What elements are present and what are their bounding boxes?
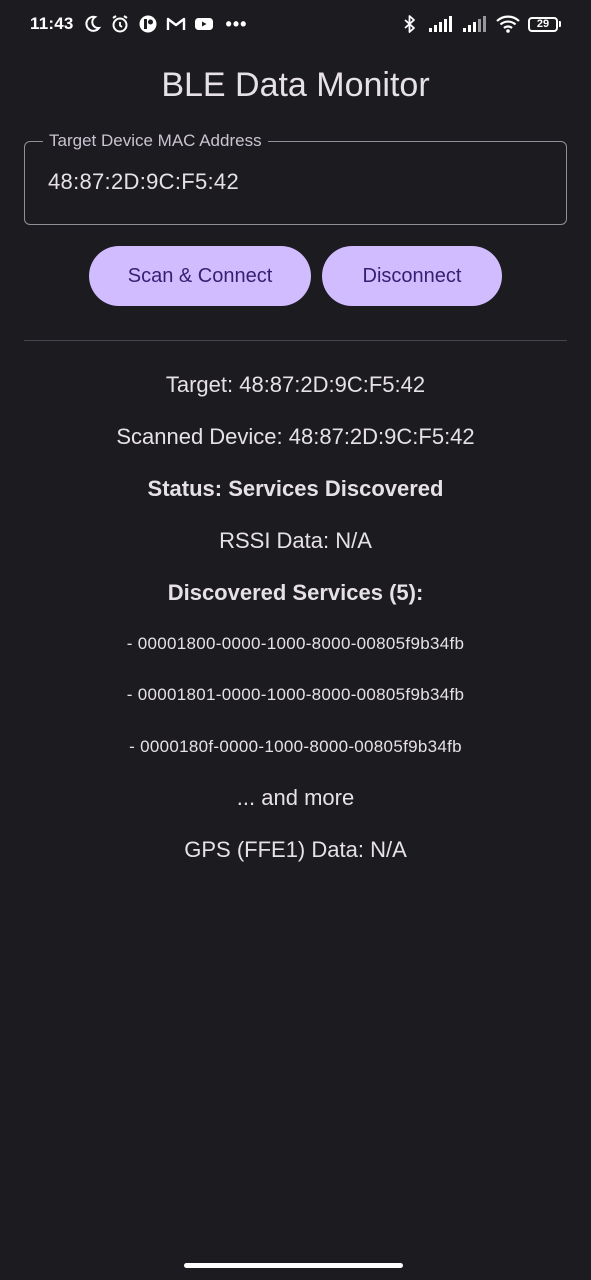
disconnect-button[interactable]: Disconnect [322,246,502,306]
clock: 11:43 [30,14,74,33]
service-item: - 00001801-0000-1000-8000-00805f9b34fb [126,685,465,704]
status-bar-right: 29 [400,14,561,34]
service-item: - 00001800-0000-1000-8000-00805f9b34fb [126,634,465,653]
status-bar: 11:43 ••• 29 [0,0,591,48]
battery-level: 29 [528,16,558,32]
scan-connect-button[interactable]: Scan & Connect [89,246,311,306]
youtube-icon [194,14,214,34]
wifi-icon [496,14,520,34]
mac-address-field[interactable]: Target Device MAC Address 48:87:2D:9C:F5… [24,131,567,225]
signal-icon [428,14,454,34]
service-item: - 0000180f-0000-1000-8000-00805f9b34fb [129,737,462,756]
home-indicator[interactable] [184,1263,403,1268]
status-bar-left: 11:43 ••• [30,14,247,35]
mac-address-label: Target Device MAC Address [43,131,268,151]
mac-address-input[interactable]: 48:87:2D:9C:F5:42 [48,169,239,195]
page-title: BLE Data Monitor [161,66,430,104]
signal-icon [462,14,488,34]
app-notification-icon [138,14,158,34]
bluetooth-icon [400,14,420,34]
more-services-text: ... and more [236,785,355,810]
moon-icon [82,14,102,34]
gmail-icon [166,14,186,34]
status-text: Status: Services Discovered [147,476,444,501]
gps-data-text: GPS (FFE1) Data: N/A [184,837,407,862]
battery-indicator: 29 [528,16,561,32]
target-text: Target: 48:87:2D:9C:F5:42 [165,372,426,397]
divider [24,340,567,341]
services-header: Discovered Services (5): [167,580,424,605]
alarm-icon [110,14,130,34]
scanned-device-text: Scanned Device: 48:87:2D:9C:F5:42 [116,424,475,449]
battery-tip [559,21,561,27]
rssi-text: RSSI Data: N/A [219,528,372,553]
more-notifications-icon: ••• [225,13,248,34]
